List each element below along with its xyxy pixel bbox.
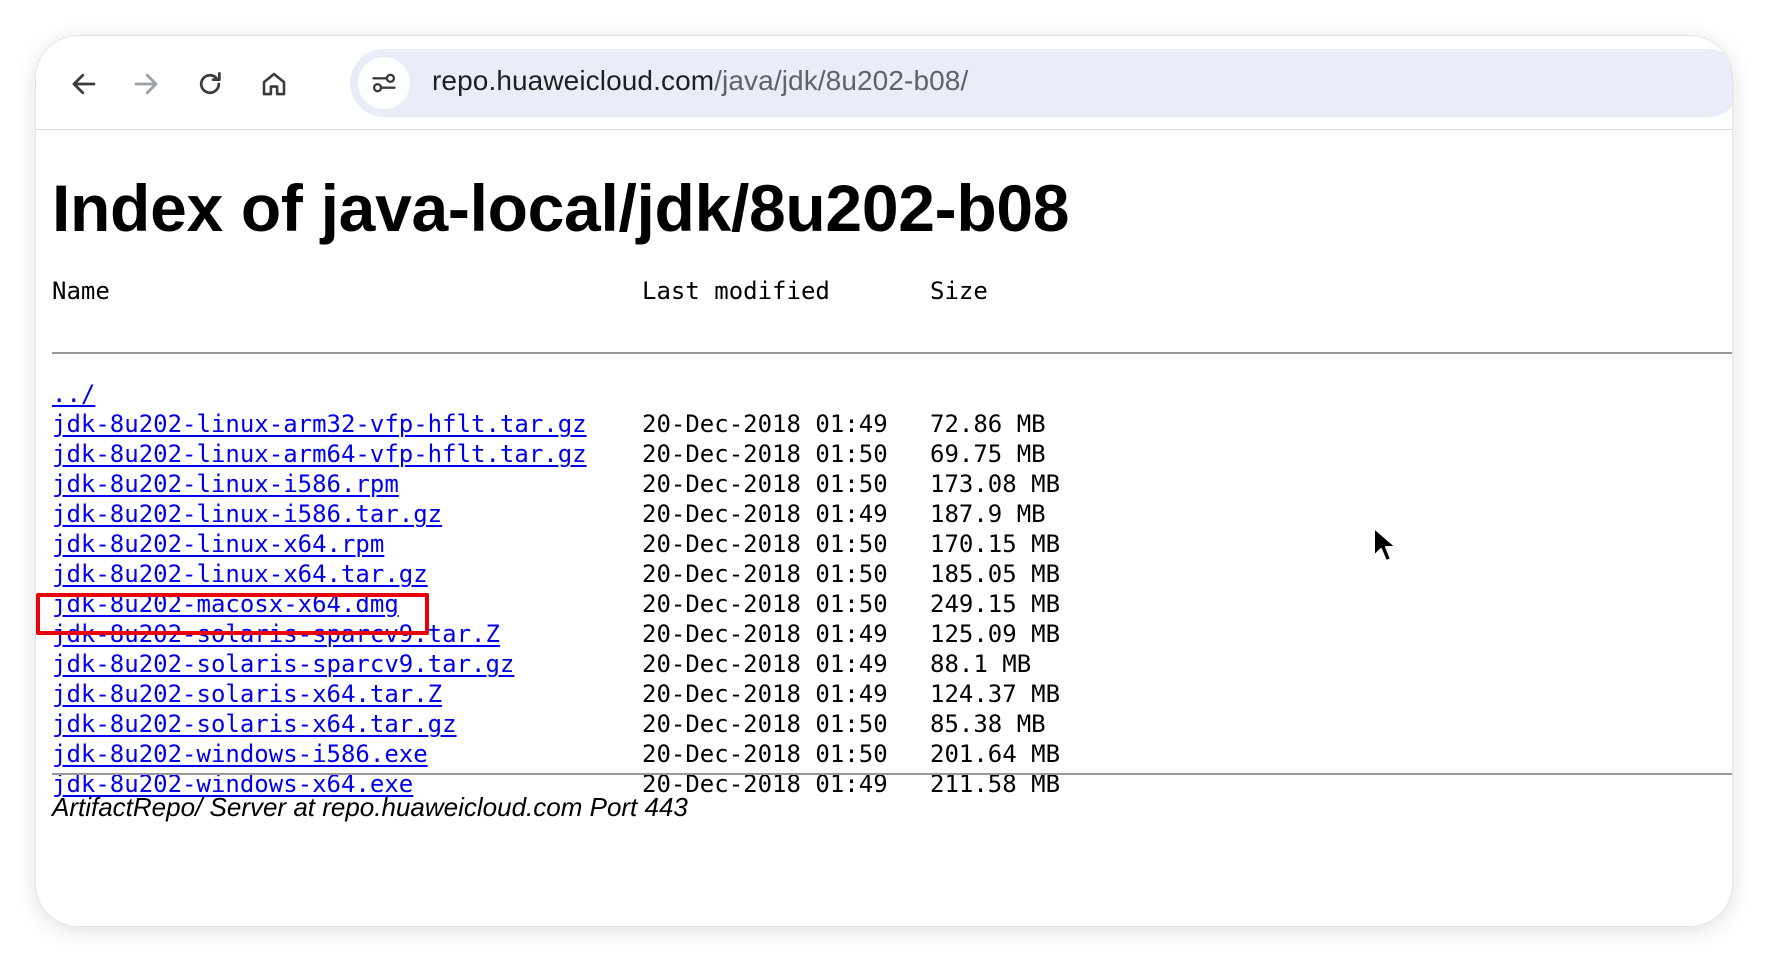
file-last-modified: 20-Dec-2018 01:50	[642, 710, 888, 738]
file-link[interactable]: jdk-8u202-windows-i586.exe	[52, 739, 428, 769]
file-size: 125.09 MB	[930, 620, 1061, 648]
footer-divider	[52, 773, 1732, 775]
file-row: jdk-8u202-linux-arm32-vfp-hflt.tar.gz 20-…	[52, 409, 1692, 439]
parent-directory-row: ../	[52, 379, 1692, 409]
back-button[interactable]	[64, 64, 104, 104]
file-row: jdk-8u202-solaris-sparcv9.tar.gz 20-Dec-2…	[52, 649, 1692, 679]
file-size: 187.9 MB	[930, 500, 1046, 528]
file-last-modified: 20-Dec-2018 01:50	[642, 530, 888, 558]
file-row: jdk-8u202-solaris-x64.tar.gz 20-Dec-2018 …	[52, 709, 1692, 739]
reload-icon	[199, 72, 221, 95]
file-last-modified: 20-Dec-2018 01:50	[642, 440, 888, 468]
file-size: 185.05 MB	[930, 560, 1061, 588]
file-link[interactable]: jdk-8u202-linux-arm32-vfp-hflt.tar.gz	[52, 409, 587, 439]
file-link[interactable]: jdk-8u202-solaris-sparcv9.tar.gz	[52, 649, 514, 679]
file-size: 85.38 MB	[930, 710, 1046, 738]
home-button[interactable]	[254, 64, 294, 104]
file-size: 249.15 MB	[930, 590, 1061, 618]
file-row: jdk-8u202-linux-i586.tar.gz 20-Dec-2018 0…	[52, 499, 1692, 529]
file-row: jdk-8u202-windows-i586.exe 20-Dec-2018 01…	[52, 739, 1692, 769]
browser-toolbar: repo.huaweicloud.com/java/jdk/8u202-b08/	[36, 36, 1732, 130]
home-icon	[262, 72, 286, 96]
site-settings-icon	[372, 73, 396, 93]
url-host: repo.huaweicloud.com	[432, 65, 715, 96]
file-size: 173.08 MB	[930, 470, 1061, 498]
file-last-modified: 20-Dec-2018 01:50	[642, 560, 888, 588]
file-link[interactable]: jdk-8u202-solaris-x64.tar.Z	[52, 679, 442, 709]
file-size: 69.75 MB	[930, 440, 1046, 468]
file-row: jdk-8u202-solaris-x64.tar.Z 20-Dec-2018 0…	[52, 679, 1692, 709]
column-header-name: Name	[52, 277, 110, 305]
file-row: jdk-8u202-linux-i586.rpm 20-Dec-2018 01:5…	[52, 469, 1692, 499]
server-signature: ArtifactRepo/ Server at repo.huaweicloud…	[52, 792, 688, 822]
page-content: Index of java-local/jdk/8u202-b08 Name L…	[36, 130, 1732, 926]
file-row: jdk-8u202-linux-x64.rpm 20-Dec-2018 01:50…	[52, 529, 1692, 559]
file-link[interactable]: jdk-8u202-linux-i586.rpm	[52, 469, 399, 499]
file-size: 72.86 MB	[930, 410, 1046, 438]
browser-window: repo.huaweicloud.com/java/jdk/8u202-b08/…	[36, 36, 1732, 926]
file-last-modified: 20-Dec-2018 01:50	[642, 470, 888, 498]
file-row: jdk-8u202-linux-x64.tar.gz 20-Dec-2018 01…	[52, 559, 1692, 589]
address-bar[interactable]: repo.huaweicloud.com/java/jdk/8u202-b08/	[350, 49, 1732, 117]
site-info-button[interactable]	[358, 57, 410, 109]
reload-button[interactable]	[190, 64, 230, 104]
file-size: 124.37 MB	[930, 680, 1061, 708]
file-last-modified: 20-Dec-2018 01:49	[642, 410, 888, 438]
parent-directory-link[interactable]: ../	[52, 379, 95, 409]
page-title: Index of java-local/jdk/8u202-b08	[52, 171, 1070, 245]
file-link[interactable]: jdk-8u202-linux-arm64-vfp-hflt.tar.gz	[52, 439, 587, 469]
header-divider	[52, 352, 1732, 354]
forward-arrow-icon	[134, 73, 158, 95]
file-last-modified: 20-Dec-2018 01:49	[642, 500, 888, 528]
file-link[interactable]: jdk-8u202-linux-x64.rpm	[52, 529, 384, 559]
column-header-last-modified: Last modified	[642, 277, 830, 305]
file-link[interactable]: jdk-8u202-linux-x64.tar.gz	[52, 559, 428, 589]
file-size: 170.15 MB	[930, 530, 1061, 558]
file-last-modified: 20-Dec-2018 01:50	[642, 740, 888, 768]
url-path: /java/jdk/8u202-b08/	[714, 65, 969, 96]
file-link[interactable]: jdk-8u202-linux-i586.tar.gz	[52, 499, 442, 529]
mouse-pointer-icon	[1373, 527, 1397, 562]
file-size: 201.64 MB	[930, 740, 1061, 768]
url-text[interactable]: repo.huaweicloud.com/java/jdk/8u202-b08/	[432, 65, 968, 97]
file-last-modified: 20-Dec-2018 01:50	[642, 590, 888, 618]
back-arrow-icon	[72, 73, 96, 95]
file-last-modified: 20-Dec-2018 01:49	[642, 680, 888, 708]
file-link[interactable]: jdk-8u202-solaris-x64.tar.gz	[52, 709, 457, 739]
file-last-modified: 20-Dec-2018 01:49	[642, 650, 888, 678]
file-row: jdk-8u202-linux-arm64-vfp-hflt.tar.gz 20-…	[52, 439, 1692, 469]
highlight-box	[36, 593, 429, 635]
column-header-size: Size	[930, 277, 988, 305]
file-size: 88.1 MB	[930, 650, 1032, 678]
file-listing: ../ jdk-8u202-linux-arm32-vfp-hflt.tar.g…	[52, 379, 1692, 799]
forward-button[interactable]	[126, 64, 166, 104]
file-last-modified: 20-Dec-2018 01:49	[642, 620, 888, 648]
